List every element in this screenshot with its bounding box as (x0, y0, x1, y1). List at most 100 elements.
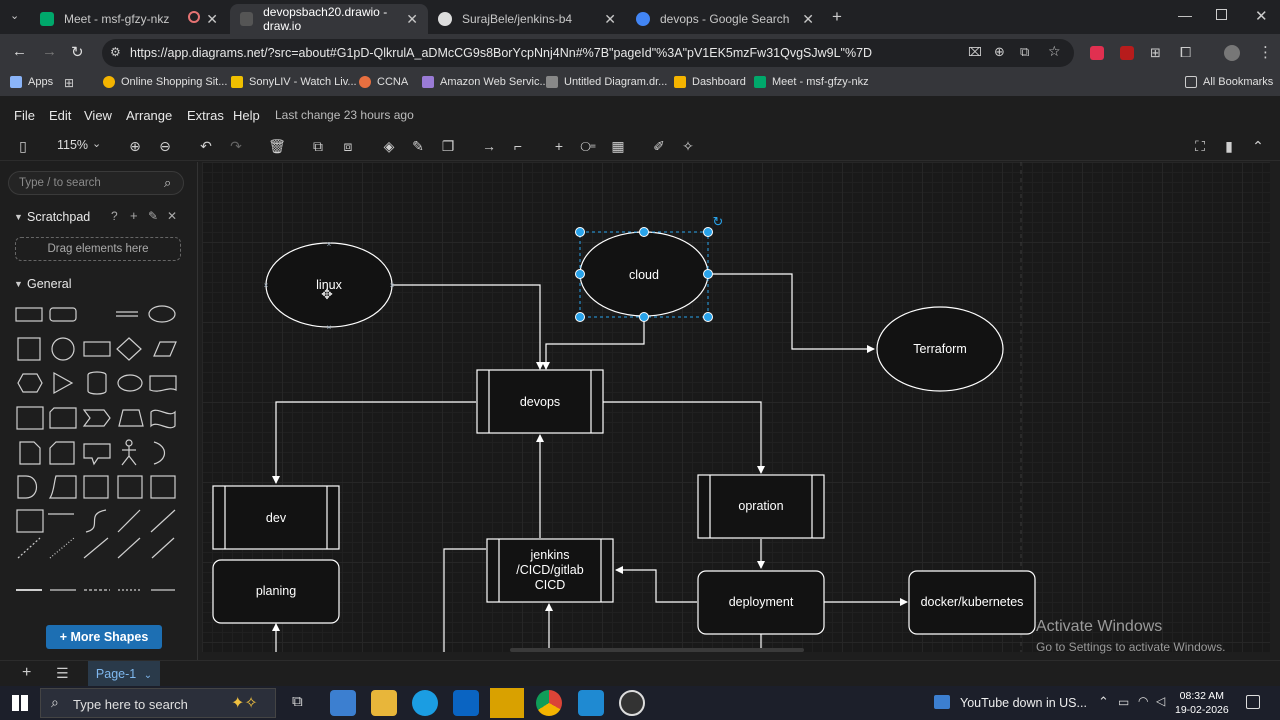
vertical-scrollbar[interactable] (1270, 162, 1280, 652)
menu-help[interactable]: Help (233, 108, 260, 123)
zoom-out-icon[interactable]: ⊖ (156, 137, 174, 155)
shape-search-input[interactable]: Type / to search ⌕ (8, 171, 184, 195)
callout-shape[interactable] (83, 443, 111, 466)
tape-shape[interactable] (150, 409, 176, 429)
close-icon[interactable]: ✕ (802, 11, 814, 28)
rectangle-shape[interactable] (15, 307, 43, 322)
profile-avatar[interactable] (1224, 45, 1240, 61)
last-change-text[interactable]: Last change 23 hours ago (275, 108, 414, 122)
diamond-shape[interactable] (116, 337, 142, 361)
task-view-icon[interactable]: ⧉ (292, 693, 303, 710)
edge-jenkins-down[interactable] (443, 548, 486, 652)
edge-cloud-terraform[interactable] (708, 273, 875, 353)
shadow-icon[interactable]: ❐ (439, 137, 457, 155)
bookmark-sonyliv[interactable]: SonyLIV - Watch Liv... (231, 76, 357, 88)
close-icon[interactable]: ✕ (406, 11, 418, 28)
scratchpad-dropzone[interactable]: Drag elements here (15, 237, 181, 261)
extensions-icon[interactable]: ⧠ (1180, 44, 1191, 61)
shape-palette[interactable] (14, 302, 186, 602)
translate-extension-icon[interactable]: ⊞ (1150, 45, 1161, 61)
delete-icon[interactable]: 🗑 (268, 137, 286, 155)
to-back-icon[interactable]: ⧈ (339, 137, 357, 155)
data-storage-shape[interactable] (48, 475, 77, 499)
document-shape[interactable] (149, 375, 177, 392)
taskbar-search-box[interactable]: ⌕ Type here to search ✦✧ (40, 688, 276, 718)
close-icon[interactable]: ✕ (604, 11, 616, 28)
chevron-down-icon[interactable]: ⌄ (144, 670, 152, 681)
edge-linux-devops[interactable] (392, 284, 544, 370)
forward-icon[interactable]: → (42, 43, 57, 60)
extension-red-icon[interactable] (1120, 46, 1134, 60)
note-shape[interactable] (19, 441, 41, 465)
bookmark-online-shopping[interactable]: Online Shopping Sit... (103, 76, 227, 88)
obs-icon[interactable] (619, 690, 645, 716)
maximize-button[interactable] (1216, 9, 1227, 20)
bidirectional-arrow-shape[interactable] (117, 509, 141, 533)
bookmark-dashboard[interactable]: Dashboard (674, 76, 746, 88)
hexagon-shape[interactable] (17, 373, 43, 393)
frame-shape[interactable] (117, 475, 143, 499)
system-clock[interactable]: 08:32 AM 19-02-2026 (1175, 689, 1229, 717)
browser-menu-icon[interactable]: ⋮ (1258, 43, 1273, 61)
directional-connector-shape[interactable] (151, 537, 175, 559)
format-panel-icon[interactable]: ▯ (14, 137, 32, 155)
list-shape[interactable] (150, 475, 176, 499)
horizontal-scrollbar[interactable] (510, 648, 804, 652)
redo-icon[interactable]: ↷ (227, 137, 245, 155)
tab-github[interactable]: SurajBele/jenkins-b4 ✕ (428, 4, 626, 34)
edit-icon[interactable]: ✎ (148, 209, 158, 223)
arrow-shape[interactable] (150, 509, 176, 533)
zoom-in-icon[interactable]: ⊕ (126, 137, 144, 155)
to-front-icon[interactable]: ⧉ (309, 137, 327, 155)
notification-icon[interactable] (1246, 695, 1260, 709)
vscode-icon[interactable] (578, 690, 604, 716)
new-tab-button[interactable]: + (832, 7, 842, 27)
actor-shape[interactable] (125, 439, 133, 447)
or-shape[interactable] (153, 441, 166, 465)
bidirectional-connector-shape[interactable] (117, 537, 141, 559)
outlook-icon[interactable] (453, 690, 479, 716)
back-icon[interactable]: ← (12, 43, 27, 60)
add-icon[interactable]: + (130, 208, 138, 223)
parallelogram-shape[interactable] (153, 341, 177, 357)
menu-view[interactable]: View (84, 108, 112, 123)
file-explorer-icon[interactable] (330, 690, 356, 716)
chrome-icon[interactable] (536, 690, 562, 716)
zoom-icon[interactable]: ⊕ (994, 44, 1005, 60)
tab-google[interactable]: devops - Google Search ✕ (626, 4, 824, 34)
step-shape[interactable] (82, 409, 111, 427)
cylinder-shape[interactable] (87, 371, 107, 395)
add-page-icon[interactable]: + (22, 664, 31, 682)
url-text[interactable]: https://app.diagrams.net/?src=about#G1pD… (130, 46, 872, 60)
edge-devops-opration[interactable] (603, 401, 765, 474)
delay-shape[interactable] (17, 475, 38, 499)
pages-menu-icon[interactable]: ☰ (56, 665, 69, 682)
cube-shape[interactable] (49, 407, 77, 429)
zoom-select[interactable]: 115% (57, 138, 88, 152)
diagram-canvas[interactable]: × × × × ✥ ↻ linux cloud Terraform devops… (202, 162, 1270, 652)
dotted-line-shape[interactable] (49, 537, 75, 559)
undo-icon[interactable]: ↶ (197, 137, 215, 155)
card-shape[interactable] (49, 441, 75, 465)
general-title[interactable]: General (27, 277, 71, 291)
insert-icon[interactable]: + (550, 137, 568, 155)
cloud-shape[interactable] (117, 374, 143, 392)
line-color-icon[interactable]: ✎ (409, 137, 427, 155)
menu-extras[interactable]: Extras (187, 108, 224, 123)
connection-icon[interactable]: → (480, 137, 498, 155)
edge-cloud-devops[interactable] (542, 317, 645, 370)
close-icon[interactable]: ✕ (206, 11, 218, 28)
fill-color-icon[interactable]: ◈ (380, 137, 398, 155)
line-shape[interactable] (83, 537, 109, 559)
sticky-notes-icon[interactable] (490, 688, 524, 718)
menu-file[interactable]: File (14, 108, 35, 123)
menu-edit[interactable]: Edit (49, 108, 71, 123)
folder-icon[interactable] (371, 690, 397, 716)
rotate-handle-icon[interactable]: ↻ (713, 214, 724, 229)
install-app-icon[interactable]: ⧉ (1020, 44, 1029, 60)
search-icon[interactable]: ⌕ (164, 175, 171, 191)
bookmark-aws[interactable]: Amazon Web Servic... (422, 76, 549, 88)
page-tab[interactable]: Page-1 ⌄ (88, 661, 160, 687)
help-icon[interactable]: ? (111, 209, 118, 223)
battery-icon[interactable]: ▭ (1118, 695, 1129, 709)
